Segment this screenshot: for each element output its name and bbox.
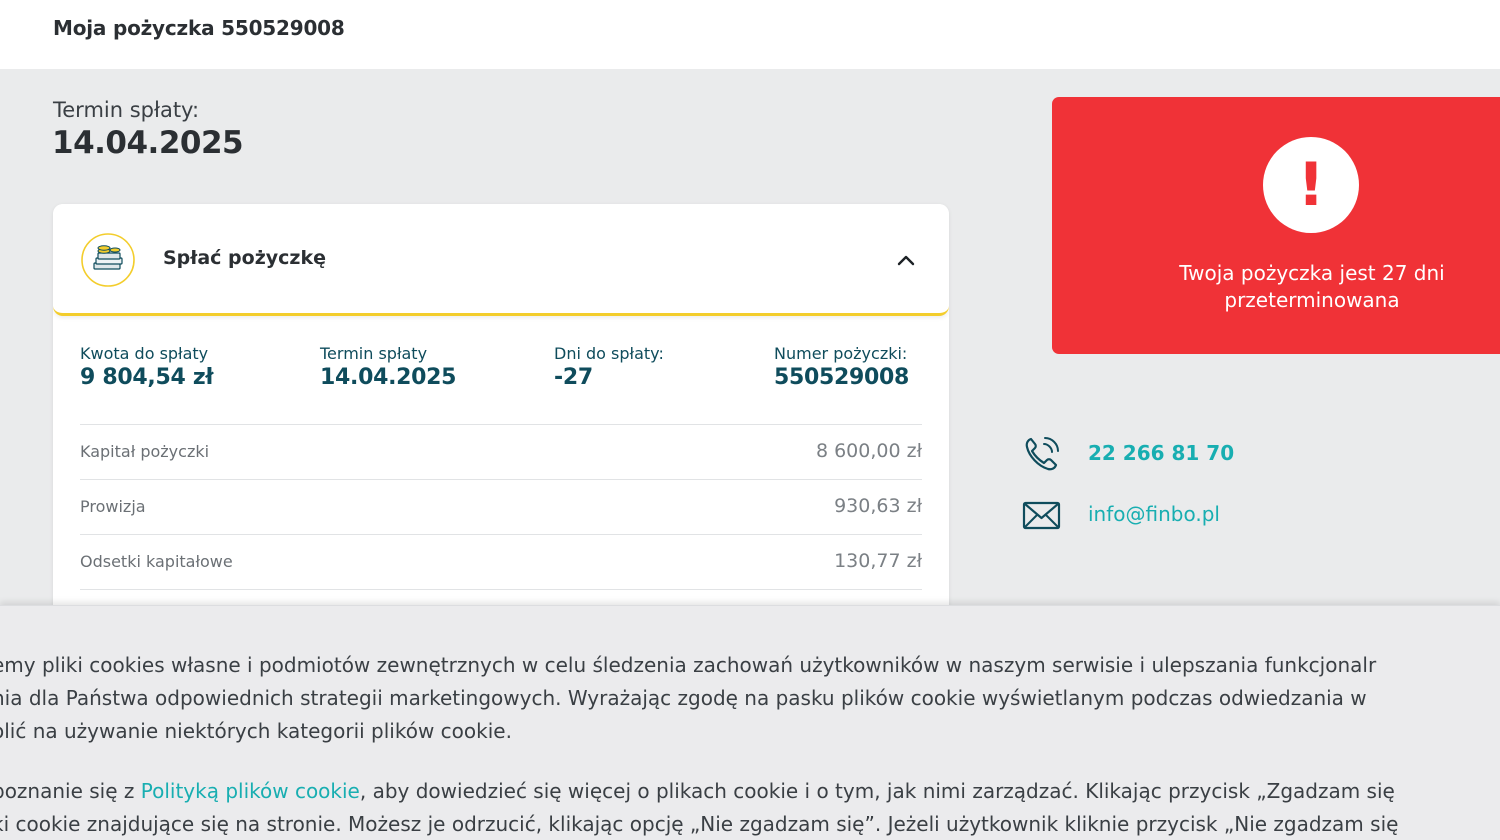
row-label: Kapitał pożyczki (80, 442, 210, 461)
stat-label: Numer pożyczki: (774, 344, 908, 363)
chevron-up-icon[interactable] (895, 249, 917, 271)
email-link[interactable]: info@finbo.pl (1088, 502, 1220, 526)
overdue-message: Twoja pożyczka jest 27 dni przeterminowa… (1179, 261, 1445, 312)
stat-loan-number: Numer pożyczki: 550529008 (774, 344, 909, 390)
due-date-label: Termin spłaty: (53, 98, 200, 122)
page-title: Moja pożyczka 550529008 (53, 16, 345, 40)
cookie-banner: emy pliki cookies własne i podmiotów zew… (0, 605, 1500, 840)
row-label: Prowizja (80, 497, 146, 516)
stat-amount-due: Kwota do spłaty 9 804,54 zł (80, 344, 214, 390)
stat-days-to-pay: Dni do spłaty: -27 (554, 344, 664, 390)
exclamation-icon: ! (1263, 137, 1359, 233)
cookie-text-line: ki cookie znajdujące się na stronie. Moż… (0, 812, 1399, 836)
overdue-alert: ! Twoja pożyczka jest 27 dni przetermino… (1052, 97, 1500, 354)
cookie-text-segment: , aby dowiedzieć się więcej o plikach co… (359, 779, 1395, 803)
row-value: 8 600,00 zł (815, 440, 922, 462)
row-value: 130,77 zł (834, 550, 922, 572)
cookie-text-line: nia dla Państwa odpowiednich strategii m… (0, 686, 1367, 710)
phone-icon (1025, 437, 1059, 471)
stat-label: Kwota do spłaty (80, 344, 209, 363)
stat-label: Dni do spłaty: (554, 344, 664, 363)
repay-loan-header[interactable]: Spłać pożyczkę (53, 204, 949, 316)
stat-value: -27 (554, 365, 593, 390)
breakdown-row-interest: Odsetki kapitałowe 130,77 zł (80, 534, 922, 589)
coins-icon (81, 233, 135, 287)
cookie-policy-link[interactable]: Polityką plików cookie (141, 779, 360, 803)
breakdown-row-capital: Kapitał pożyczki 8 600,00 zł (80, 424, 922, 479)
cookie-text-segment: poznanie się z (0, 779, 141, 803)
breakdown-row-commission: Prowizja 930,63 zł (80, 479, 922, 534)
envelope-icon (1022, 501, 1061, 530)
repay-loan-title: Spłać pożyczkę (163, 247, 326, 269)
stat-value: 9 804,54 zł (80, 365, 214, 390)
stat-value: 14.04.2025 (320, 365, 457, 390)
cookie-text-line: emy pliki cookies własne i podmiotów zew… (0, 653, 1377, 677)
row-value: 930,63 zł (834, 495, 922, 517)
cookie-text-line: olić na używanie niektórych kategorii pl… (0, 719, 512, 743)
phone-link[interactable]: 22 266 81 70 (1088, 441, 1234, 465)
cookie-text-line: poznanie się z Polityką plików cookie, a… (0, 775, 1500, 808)
top-bar: Moja pożyczka 550529008 (0, 0, 1500, 69)
stat-value: 550529008 (774, 365, 910, 390)
row-label: Odsetki kapitałowe (80, 552, 233, 571)
stat-due-date: Termin spłaty 14.04.2025 (320, 344, 456, 390)
repay-loan-card: Spłać pożyczkę Kwota do spłaty 9 804,54 … (53, 204, 949, 664)
stat-label: Termin spłaty (320, 344, 428, 363)
exclamation-mark: ! (1297, 150, 1325, 220)
due-date-value: 14.04.2025 (52, 125, 244, 161)
